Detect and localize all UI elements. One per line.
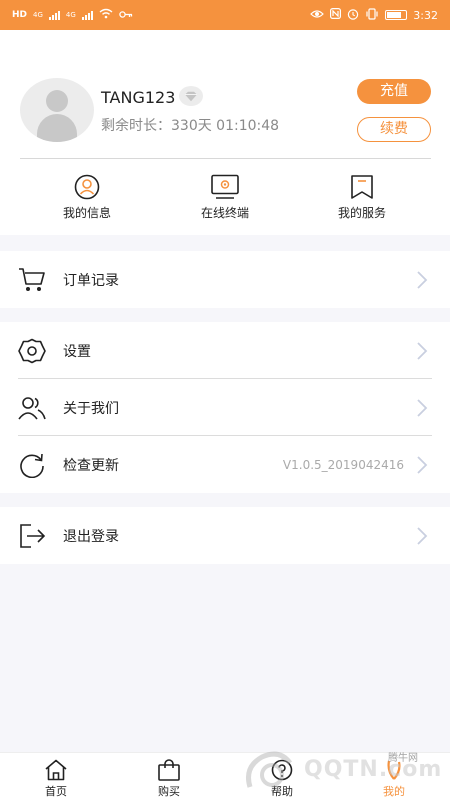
gear-icon [18,338,46,364]
watermark-logo-icon [246,751,293,788]
status-bar: HD 4G 4G 3:32 [0,0,450,30]
menu-group-settings: 设置 关于我们 检查更新 V1.0.5_2019042416 [0,322,450,493]
recharge-button[interactable]: 充值 [357,79,431,104]
users-icon [18,395,46,421]
key-icon [119,9,133,22]
menu-item-label: 订单记录 [63,272,119,289]
watermark-text: QQTN.com [304,757,443,782]
quick-action-label: 我的信息 [62,206,111,220]
monitor-gear-icon [210,174,240,200]
menu-item-about[interactable]: 关于我们 [0,379,450,436]
tab-label: 首页 [45,785,67,798]
profile-section: TANG123 剩余时长：330天 01:10:48 充值 续费 我的信息 在线… [0,30,450,235]
menu-item-settings[interactable]: 设置 [0,322,450,379]
menu-item-label: 设置 [63,343,91,360]
signal2-label: 4G [65,11,76,19]
quick-action-online-terminal[interactable]: 在线终端 [165,174,285,221]
clock-time: 3:32 [413,8,438,22]
quick-action-label: 我的服务 [337,206,386,220]
remaining-time: 剩余时长：330天 01:10:48 [101,118,280,134]
chevron-right-icon [416,398,428,418]
quick-action-my-info[interactable]: 我的信息 [27,174,147,221]
tab-home[interactable]: 首页 [26,759,86,799]
menu-item-check-update[interactable]: 检查更新 V1.0.5_2019042416 [0,436,450,493]
chevron-right-icon [416,270,428,290]
chevron-right-icon [416,341,428,361]
home-icon [43,759,69,781]
signal-icon-2 [81,10,93,20]
watermark-sub: 腾牛网 [388,753,418,764]
tab-label: 购买 [158,785,180,798]
network-label: HD [12,10,28,20]
menu-item-label: 检查更新 [63,457,119,474]
menu-group-orders: 订单记录 [0,251,450,308]
quick-action-my-service[interactable]: 我的服务 [302,174,422,221]
username: TANG123 [101,88,176,107]
quick-action-label: 在线终端 [200,206,249,220]
battery-icon [385,10,408,20]
bag-icon [156,759,182,781]
menu-item-label: 关于我们 [63,400,119,417]
menu-item-orders[interactable]: 订单记录 [0,251,450,308]
tab-buy[interactable]: 购买 [139,759,199,799]
avatar[interactable] [20,78,94,142]
alarm-icon [347,8,359,23]
bookmark-icon [347,174,377,200]
chevron-right-icon [416,455,428,475]
watermark: QQTN.com 腾牛网 [242,745,442,800]
chevron-right-icon [416,526,428,546]
menu-item-label: 退出登录 [63,528,119,545]
vip-diamond-icon [179,86,203,106]
logout-icon [18,523,46,549]
nfc-icon [330,8,342,22]
renew-button[interactable]: 续费 [357,117,431,142]
vibrate-icon [365,7,379,23]
eye-icon [310,9,325,22]
signal1-label: 4G [33,11,43,19]
menu-group-logout: 退出登录 [0,507,450,564]
version-label: V1.0.5_2019042416 [282,457,404,472]
menu-item-logout[interactable]: 退出登录 [0,507,450,564]
refresh-icon [18,452,46,479]
wifi-icon [99,8,113,22]
cart-icon [18,267,46,293]
signal-icon [48,10,60,20]
user-circle-icon [72,174,102,200]
divider [20,158,431,159]
